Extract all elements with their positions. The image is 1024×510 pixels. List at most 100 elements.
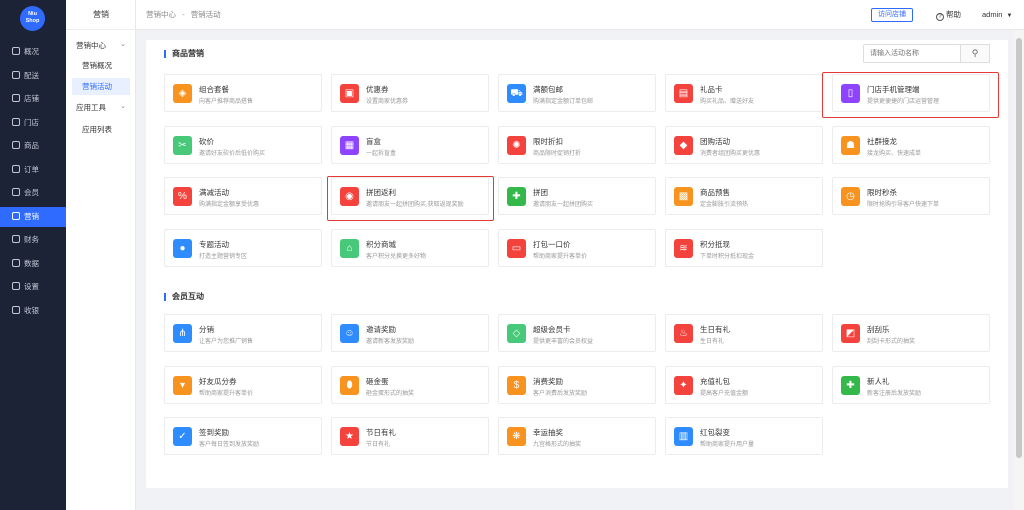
activity-tile[interactable]: ⬮ 砸金蛋 砸金蛋形式的抽奖 xyxy=(331,365,489,404)
activity-tile[interactable]: % 满减活动 购满指定金额享受优惠 xyxy=(164,177,322,215)
bargain-icon: ✂ xyxy=(173,135,192,155)
activity-tile[interactable]: ✓ 签到奖励 客户每日签到发放奖励 xyxy=(164,417,322,455)
checkin-icon: ✓ xyxy=(173,427,192,446)
activity-tile[interactable]: ✂ 砍价邀请好友砍价后低价购买 xyxy=(164,125,322,164)
marketing-icon xyxy=(12,211,20,220)
main-nav: Niu Shop 概况配送店铺门店商品订单会员营销财务数据设置收银 xyxy=(0,0,66,510)
activity-tile[interactable]: ✚ 新人礼 新客注册后发放奖励 xyxy=(832,365,990,404)
activity-desc: 帮助商家提升客单价 xyxy=(533,253,588,260)
activity-name: 砍价 xyxy=(199,136,214,146)
activity-tile[interactable]: ▣ 优惠券 设置商家优惠券 xyxy=(331,74,489,112)
nav-item-label: 商品 xyxy=(24,141,39,150)
activity-tile[interactable]: ▦ 盲盒 一起拆盲盒 xyxy=(331,125,489,164)
activity-desc: 新客注册后发放奖励 xyxy=(867,390,922,397)
sub-nav-title: 营销 xyxy=(66,0,136,30)
scratch-icon: ◩ xyxy=(841,324,860,343)
activity-tile[interactable]: ▭ 打包一口价 帮助商家提升客单价 xyxy=(498,228,656,267)
activity-tile[interactable]: ◷ 限时秒杀 限时抢购引导客户快速下单 xyxy=(832,177,990,215)
sub-item-activities[interactable]: 营销活动 xyxy=(72,78,130,95)
niushop-logo[interactable]: Niu Shop xyxy=(20,6,45,31)
activity-tile[interactable]: ▤ 礼品卡 购买礼品、赠送好友 xyxy=(665,74,823,112)
chevron-down-icon: ⌄ xyxy=(120,41,126,48)
puzzle-icon: ✚ xyxy=(507,187,526,206)
nav-item-3[interactable]: 门店 xyxy=(0,113,66,133)
activity-name: 盲盒 xyxy=(366,136,381,146)
activity-tile[interactable]: ✦ 充值礼包 提高客户充值金额 xyxy=(665,365,823,404)
nav-item-11[interactable]: 收银 xyxy=(0,301,66,321)
visit-store-button[interactable]: 访问店铺 xyxy=(871,8,913,22)
activity-tile[interactable]: ♨ 生日有礼 生日有礼 xyxy=(665,314,823,352)
activity-desc: 下单时积分抵扣现金 xyxy=(700,253,755,260)
nav-item-7[interactable]: 营销 xyxy=(0,206,66,227)
nav-item-label: 设置 xyxy=(24,282,39,291)
section-title-member: 会员互动 xyxy=(164,293,204,301)
activity-name: 幸运抽奖 xyxy=(533,428,563,437)
nav-item-5[interactable]: 订单 xyxy=(0,160,66,180)
blindbox-icon: ▦ xyxy=(340,135,359,155)
activity-tile[interactable]: ✚ 拼团 邀请朋友一起拼团购买 xyxy=(498,177,656,215)
activity-tile[interactable]: ≋ 积分抵现 下单时积分抵扣现金 xyxy=(665,228,823,267)
activity-desc: 生日有礼 xyxy=(700,339,725,345)
activity-tile[interactable]: ▥ 红包裂变 帮助商家提升用户量 xyxy=(665,417,823,455)
breadcrumb-center[interactable]: 营销中心 xyxy=(146,10,176,19)
activity-tile[interactable]: ❋ 幸运抽奖 九宫格形式的抽奖 xyxy=(498,417,656,455)
scrollbar[interactable] xyxy=(1014,30,1024,510)
mall-icon: ⌂ xyxy=(340,238,359,258)
activity-tile[interactable]: ◈ 组合套餐向客户推荐商品搭售 xyxy=(164,74,322,112)
layers-icon: ◈ xyxy=(173,84,192,103)
store-icon xyxy=(12,117,20,126)
activity-tile[interactable]: ⛟ 满额包邮 购满指定金额订单包邮 xyxy=(498,74,656,112)
nav-item-4[interactable]: 商品 xyxy=(0,136,66,156)
newuser-icon: ✚ xyxy=(841,375,860,395)
nav-item-10[interactable]: 设置 xyxy=(0,277,66,297)
help-link[interactable]: ? 帮助 xyxy=(936,0,961,30)
activity-tile[interactable]: ★ 节日有礼 节日有礼 xyxy=(331,417,489,455)
nav-item-9[interactable]: 数据 xyxy=(0,254,66,274)
shop-icon xyxy=(12,94,20,102)
diamond-icon: ◇ xyxy=(507,324,526,343)
nav-item-label: 财务 xyxy=(24,235,39,244)
activity-tile[interactable]: ◩ 刮刮乐 刮刮卡形式的抽奖 xyxy=(832,314,990,352)
nav-item-0[interactable]: 概况 xyxy=(0,42,66,62)
nav-item-label: 会员 xyxy=(24,188,39,197)
activity-tile[interactable]: ▩ 商品预售 定金膨胀引流预热 xyxy=(665,177,823,215)
egg-icon: ⬮ xyxy=(340,375,359,395)
activity-tile[interactable]: ☗ 社群接龙 接龙购买、快速成单 xyxy=(832,125,990,164)
search-input[interactable] xyxy=(863,44,961,63)
activity-name: 满额包邮 xyxy=(533,85,563,94)
nav-item-6[interactable]: 会员 xyxy=(0,183,66,203)
group-marketing-center[interactable]: 营销中心 ⌄ xyxy=(76,40,134,51)
sub-item-overview[interactable]: 营销概况 xyxy=(72,57,130,74)
sub-item-app-list[interactable]: 应用列表 xyxy=(72,121,130,138)
activity-name: 充值礼包 xyxy=(700,376,730,386)
activity-name: 邀请奖励 xyxy=(366,325,396,334)
nav-item-label: 店铺 xyxy=(24,94,39,103)
activity-desc: 向客户推荐商品搭售 xyxy=(199,99,254,105)
nav-item-1[interactable]: 配送 xyxy=(0,66,66,86)
activity-tile[interactable]: ✺ 限时折扣 商品限时促销打折 xyxy=(498,125,656,164)
nav-item-2[interactable]: 店铺 xyxy=(0,89,66,109)
group-app-tools[interactable]: 应用工具 ⌄ xyxy=(76,102,134,113)
user-menu[interactable]: admin ▼ xyxy=(982,0,1012,31)
activity-tile[interactable]: ⋔ 分销 让客户为您推广销售 xyxy=(164,314,322,352)
activity-name: 组合套餐 xyxy=(199,85,229,94)
breadcrumb-separator: - xyxy=(182,10,185,19)
activity-name: 专题活动 xyxy=(199,239,229,249)
activity-tile[interactable]: ⌂ 积分商城 客户积分兑换更多好物 xyxy=(331,228,489,267)
activity-tile[interactable]: ◇ 超级会员卡 提供更丰富的会员权益 xyxy=(498,314,656,352)
activity-tile[interactable]: ◆ 团购活动 消费者组团购买更优惠 xyxy=(665,125,823,164)
activity-tile[interactable]: ● 专题活动 打造主题营销专区 xyxy=(164,228,322,267)
goods-icon xyxy=(12,141,20,149)
recharge-icon: ✦ xyxy=(674,375,693,395)
activity-desc: 邀请新客发放奖励 xyxy=(366,339,415,345)
search-button[interactable]: ⚲ xyxy=(960,44,990,63)
activity-desc: 邀请好友砍价后低价购买 xyxy=(199,150,266,157)
activity-tile[interactable]: ☺ 邀请奖励邀请新客发放奖励 xyxy=(331,314,489,352)
activity-name: 消费奖励 xyxy=(533,376,563,386)
activity-tile[interactable]: $ 消费奖励 客户消费后发放奖励 xyxy=(498,365,656,404)
activity-tile[interactable]: ▾ 好友瓜分券 帮助商家提升客单价 xyxy=(164,365,322,404)
nav-item-8[interactable]: 财务 xyxy=(0,230,66,250)
app: Niu Shop 概况 配送 店铺 门店 商品 订单 会员 营销 财务 数据 设置 收银 营销 营销中… xyxy=(0,0,1024,510)
invite-icon: ☺ xyxy=(340,324,359,343)
scrollbar-thumb[interactable] xyxy=(1016,38,1022,458)
